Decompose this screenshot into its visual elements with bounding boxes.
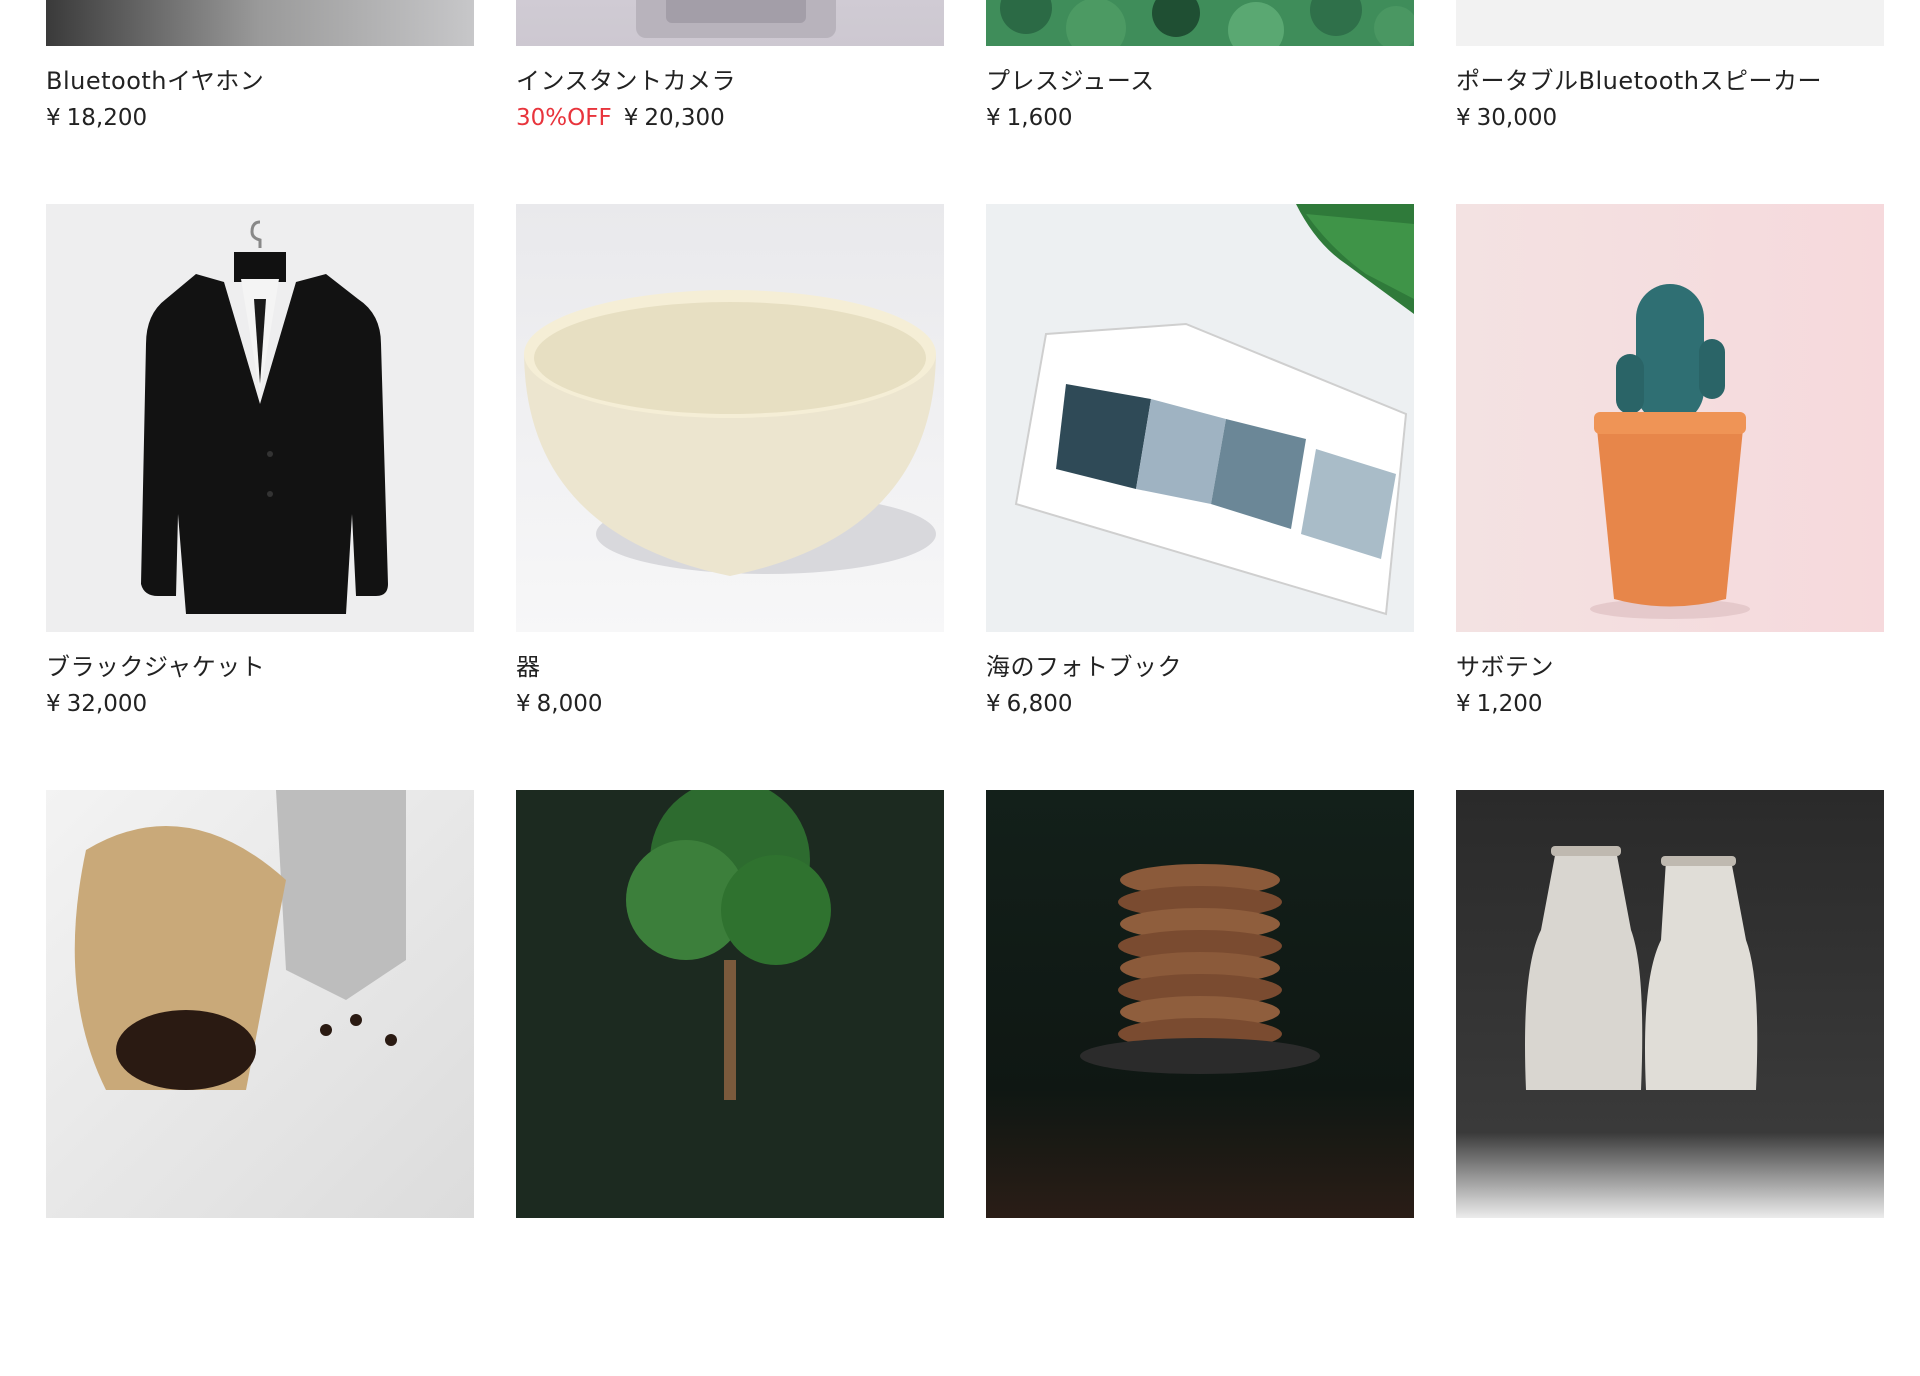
product-card[interactable]: Bluetoothイヤホン ¥18,200: [46, 0, 474, 204]
product-card[interactable]: プレスジュース ¥1,600: [986, 0, 1414, 204]
coffee-beans-photo: [74, 790, 406, 1090]
product-price-row: ¥32,000: [46, 690, 474, 718]
currency-symbol: ¥: [623, 105, 639, 131]
product-card[interactable]: ポータブルBluetoothスピーカー ¥30,000: [1456, 0, 1884, 204]
product-price: 8,000: [536, 691, 603, 717]
product-title[interactable]: [46, 1238, 474, 1268]
product-price-row: ¥1,200: [1456, 690, 1884, 718]
discount-badge: 30%OFF: [516, 105, 612, 131]
currency-symbol: ¥: [986, 105, 1001, 131]
product-title[interactable]: インスタントカメラ: [516, 66, 944, 96]
product-image[interactable]: [516, 790, 944, 1218]
product-grid: Bluetoothイヤホン ¥18,200 インスタントカメラ 30%OFF ¥2…: [46, 0, 1884, 1376]
product-title[interactable]: ブラックジャケット: [46, 652, 474, 682]
product-title[interactable]: [516, 1238, 944, 1268]
product-price-row: ¥8,000: [516, 690, 944, 718]
product-image[interactable]: [46, 204, 474, 632]
bowl-photo: [524, 290, 936, 576]
product-image[interactable]: [1456, 790, 1884, 1218]
currency-symbol: ¥: [1456, 105, 1471, 131]
product-card[interactable]: インスタントカメラ 30%OFF ¥20,300: [516, 0, 944, 204]
product-price: 20,300: [644, 105, 725, 131]
product-image[interactable]: [1456, 204, 1884, 632]
product-price: 18,200: [66, 105, 148, 131]
product-price-row: ¥18,200: [46, 104, 474, 132]
product-image[interactable]: [46, 790, 474, 1218]
product-title[interactable]: 器: [516, 652, 944, 682]
product-price-row: ¥1,600: [986, 104, 1414, 132]
product-price-row: ¥30,000: [1456, 104, 1884, 132]
product-image[interactable]: [986, 0, 1414, 46]
product-image[interactable]: [46, 0, 474, 46]
photobook-photo: [1014, 204, 1414, 616]
product-price-row: ¥6,800: [986, 690, 1414, 718]
currency-symbol: ¥: [46, 105, 61, 131]
currency-symbol: ¥: [46, 691, 61, 717]
product-image[interactable]: [516, 204, 944, 632]
jacket-photo: [141, 220, 388, 614]
product-title[interactable]: 海のフォトブック: [986, 652, 1414, 682]
product-card[interactable]: ブラックジャケット ¥32,000: [46, 204, 474, 790]
tree-photo: [626, 790, 831, 1100]
cactus-photo: [1590, 284, 1750, 619]
product-card[interactable]: [46, 790, 474, 1376]
product-title[interactable]: Bluetoothイヤホン: [46, 66, 474, 96]
leaves-photo: [1000, 0, 1414, 46]
product-card[interactable]: サボテン ¥1,200: [1456, 204, 1884, 790]
currency-symbol: ¥: [986, 691, 1001, 717]
product-card[interactable]: 器 ¥8,000: [516, 204, 944, 790]
product-card[interactable]: 海のフォトブック ¥6,800: [986, 204, 1414, 790]
product-image[interactable]: [516, 0, 944, 46]
product-card[interactable]: [516, 790, 944, 1376]
product-title[interactable]: サボテン: [1456, 652, 1884, 682]
product-image[interactable]: [986, 790, 1414, 1218]
product-image[interactable]: [986, 204, 1414, 632]
product-title[interactable]: ポータブルBluetoothスピーカー: [1456, 66, 1884, 96]
product-price: 6,800: [1006, 691, 1073, 717]
product-price-row: 30%OFF ¥20,300: [516, 104, 944, 132]
product-price: 30,000: [1476, 105, 1558, 131]
currency-symbol: ¥: [1456, 691, 1471, 717]
product-card[interactable]: [1456, 790, 1884, 1376]
product-price: 32,000: [66, 691, 148, 717]
product-title[interactable]: [986, 1238, 1414, 1268]
product-title[interactable]: プレスジュース: [986, 66, 1414, 96]
product-price: 1,200: [1476, 691, 1543, 717]
vases-photo: [1525, 846, 1758, 1090]
product-card[interactable]: [986, 790, 1414, 1376]
cookies-photo: [1080, 864, 1320, 1074]
product-image[interactable]: [1456, 0, 1884, 46]
product-title[interactable]: [1456, 1238, 1884, 1268]
currency-symbol: ¥: [516, 691, 531, 717]
product-price: 1,600: [1006, 105, 1073, 131]
camera-photo: [636, 0, 836, 38]
